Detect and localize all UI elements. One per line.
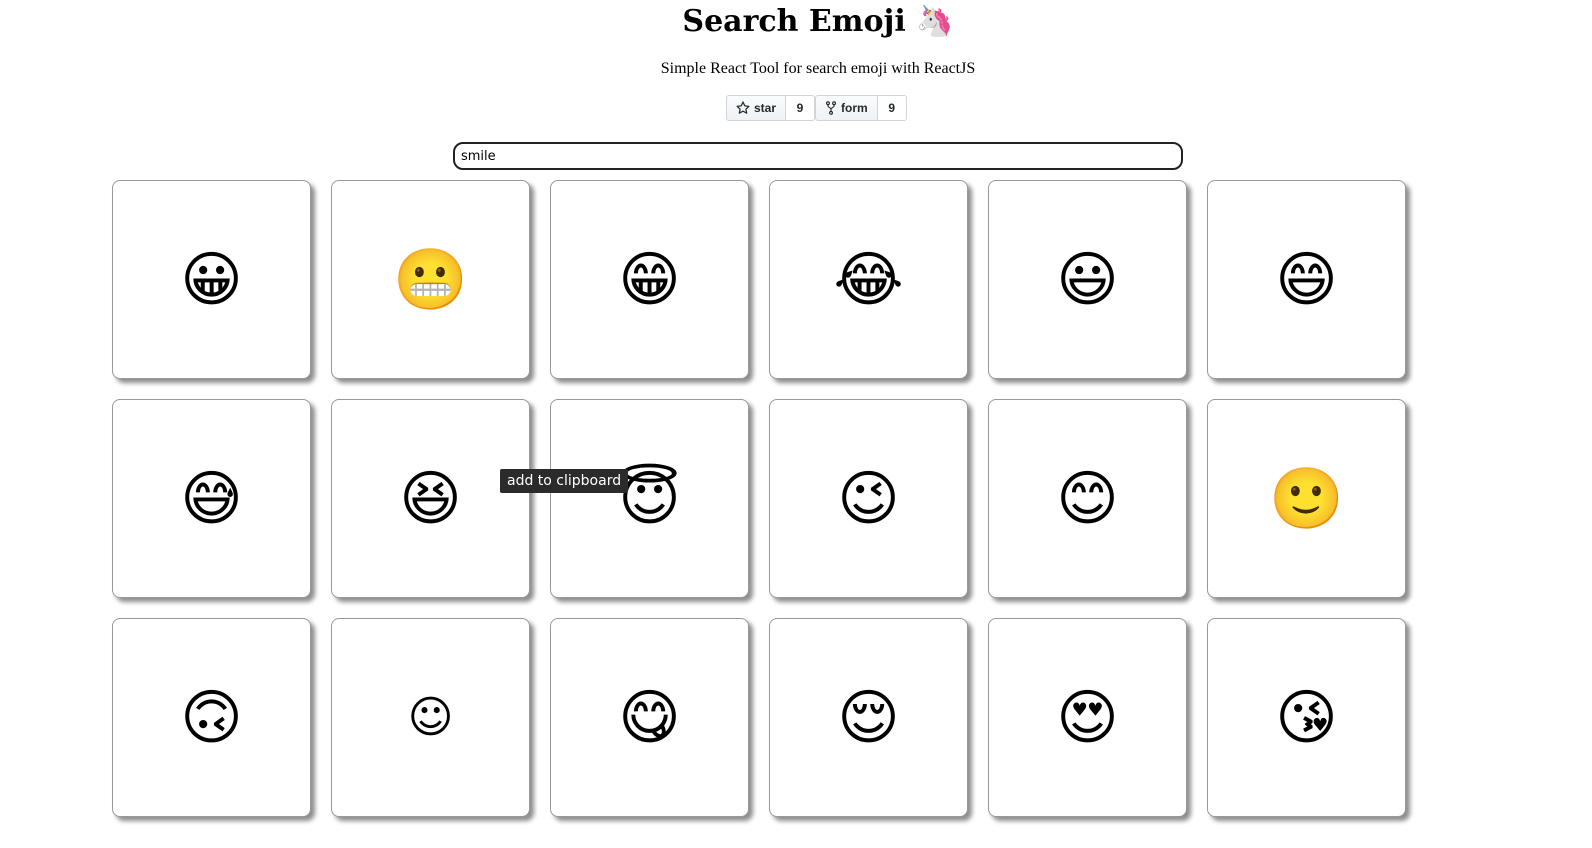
squinting-face-icon: 😆 (399, 463, 462, 534)
search-input[interactable] (453, 142, 1183, 170)
emoji-card[interactable]: 😂 (769, 180, 968, 379)
fork-button-group: form 9 (815, 95, 907, 121)
emoji-card[interactable]: 😃 (988, 180, 1187, 379)
emoji-card[interactable]: 😅 (112, 399, 311, 598)
github-buttons: star 9 form 9 (726, 95, 907, 121)
emoji-card[interactable]: 😍 (988, 618, 1187, 817)
emoji-card[interactable]: 😀 (112, 180, 311, 379)
grinning-big-eyes-icon: 😃 (1056, 244, 1119, 315)
search-bar (453, 142, 1183, 170)
clipboard-tooltip: add to clipboard (500, 469, 629, 493)
emoji-card[interactable]: 🙂 (1207, 399, 1406, 598)
blowing-kiss-icon: 😘 (1275, 682, 1338, 753)
fork-button-label: form (841, 101, 868, 115)
star-icon (736, 101, 750, 114)
emoji-grid: 😀 😬 😁 😂 😃 😄 😅 😆 😇 😉 😊 🙂 🙃 ☺ 😋 😌 😍 😘 (112, 180, 1406, 817)
emoji-card[interactable]: 😌 (769, 618, 968, 817)
star-button[interactable]: star (726, 95, 787, 121)
fork-button[interactable]: form (815, 95, 878, 121)
emoji-card[interactable]: 😬 (331, 180, 530, 379)
beaming-face-icon: 😁 (618, 244, 681, 315)
emoji-card[interactable]: 😘 (1207, 618, 1406, 817)
winking-face-icon: 😉 (837, 463, 900, 534)
star-button-label: star (754, 101, 777, 115)
page-subtitle: Simple React Tool for search emoji with … (660, 60, 976, 77)
slightly-smiling-icon: 🙂 (1269, 463, 1344, 534)
emoji-card[interactable]: 😁 (550, 180, 749, 379)
grinning-sweat-icon: 😅 (180, 463, 243, 534)
heart-eyes-icon: 😍 (1056, 682, 1119, 753)
emoji-card[interactable]: 😋 (550, 618, 749, 817)
emoji-card[interactable]: 😆 (331, 399, 530, 598)
emoji-card[interactable]: ☺ (331, 618, 530, 817)
grinning-face-icon: 😀 (180, 244, 243, 315)
tears-of-joy-icon: 😂 (833, 244, 904, 315)
emoji-card[interactable]: 😇 (550, 399, 749, 598)
fork-count[interactable]: 9 (877, 95, 907, 121)
star-button-group: star 9 (726, 95, 816, 121)
fork-icon (825, 101, 837, 115)
emoji-card[interactable]: 🙃 (112, 618, 311, 817)
upside-down-face-icon: 🙃 (180, 682, 243, 753)
emoji-card[interactable]: 😉 (769, 399, 968, 598)
emoji-card[interactable]: 😊 (988, 399, 1187, 598)
grimacing-face-icon: 😬 (393, 244, 468, 315)
smiling-face-outline-icon: ☺ (407, 691, 454, 743)
page-title: Search Emoji 🦄 (682, 4, 954, 39)
savoring-food-icon: 😋 (618, 682, 681, 753)
emoji-card[interactable]: 😄 (1207, 180, 1406, 379)
grinning-smiling-eyes-icon: 😄 (1275, 244, 1338, 315)
relieved-face-icon: 😌 (837, 682, 900, 753)
smiling-eyes-icon: 😊 (1056, 463, 1119, 534)
star-count[interactable]: 9 (786, 95, 816, 121)
